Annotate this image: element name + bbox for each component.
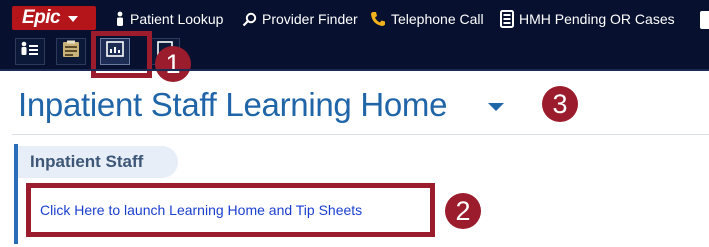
- title-divider: [12, 134, 709, 135]
- epic-menu-button[interactable]: Epic: [12, 6, 96, 30]
- page-title[interactable]: Inpatient Staff Learning Home: [18, 86, 447, 124]
- provider-finder-label: Provider Finder: [262, 11, 358, 27]
- toolbar-divider: [0, 69, 709, 71]
- search-icon: [242, 12, 257, 27]
- callout-badge-2: 2: [445, 193, 481, 229]
- callout-badge-1: 1: [155, 46, 191, 82]
- phone-icon: [370, 11, 386, 27]
- person-icon: [115, 11, 125, 27]
- patient-lookup-label: Patient Lookup: [130, 11, 224, 27]
- callout-badge-3: 3: [542, 86, 578, 122]
- chevron-down-icon[interactable]: [488, 103, 504, 111]
- section-header: Inpatient Staff: [18, 146, 178, 178]
- overflow-icon[interactable]: [700, 11, 709, 29]
- chevron-down-icon: [68, 16, 79, 22]
- learning-home-link[interactable]: Click Here to launch Learning Home and T…: [40, 202, 362, 218]
- hmh-pending-or-cases-button[interactable]: HMH Pending OR Cases: [500, 9, 675, 29]
- patient-list-button[interactable]: [15, 38, 45, 65]
- provider-finder-button[interactable]: Provider Finder: [242, 9, 358, 29]
- section-title: Inpatient Staff: [30, 152, 144, 171]
- patient-lookup-button[interactable]: Patient Lookup: [115, 9, 223, 29]
- telephone-call-label: Telephone Call: [391, 11, 484, 27]
- schedule-button[interactable]: [56, 38, 86, 65]
- telephone-call-button[interactable]: Telephone Call: [370, 9, 484, 29]
- document-icon: [500, 10, 514, 28]
- main-toolbar: Epic Patient Lookup Provider Finder Tele…: [0, 0, 709, 35]
- epic-logo: Epic: [22, 7, 61, 28]
- person-list-icon: [20, 41, 40, 62]
- hmh-pending-or-cases-label: HMH Pending OR Cases: [519, 11, 675, 27]
- clipboard-icon: [61, 40, 81, 63]
